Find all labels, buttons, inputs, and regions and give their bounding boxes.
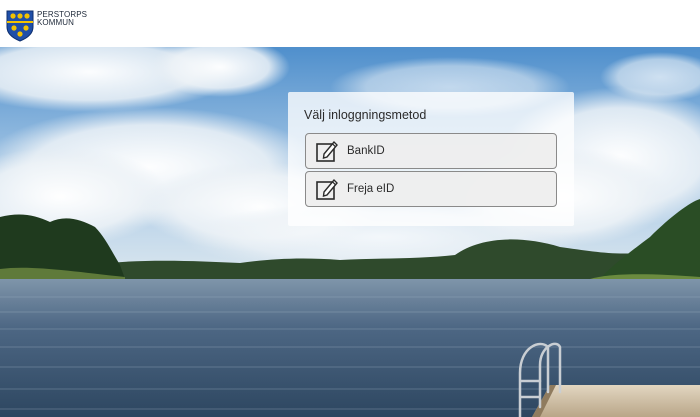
login-method-panel: Välj inloggningsmetod BankID Freja eID	[288, 92, 574, 226]
bankid-button[interactable]: BankID	[305, 133, 557, 169]
bankid-label: BankID	[347, 145, 385, 157]
logo-text: PERSTORPS KOMMUN	[37, 11, 87, 27]
panel-title: Välj inloggningsmetod	[304, 108, 427, 122]
edit-document-icon	[316, 140, 338, 162]
coat-of-arms-icon	[6, 10, 34, 42]
freja-eid-button[interactable]: Freja eID	[305, 171, 557, 207]
edit-document-icon	[316, 178, 338, 200]
freja-eid-label: Freja eID	[347, 183, 395, 195]
municipality-logo[interactable]: PERSTORPS KOMMUN	[5, 10, 87, 42]
top-header: PERSTORPS KOMMUN	[0, 0, 700, 47]
logo-line-2: KOMMUN	[37, 18, 75, 27]
